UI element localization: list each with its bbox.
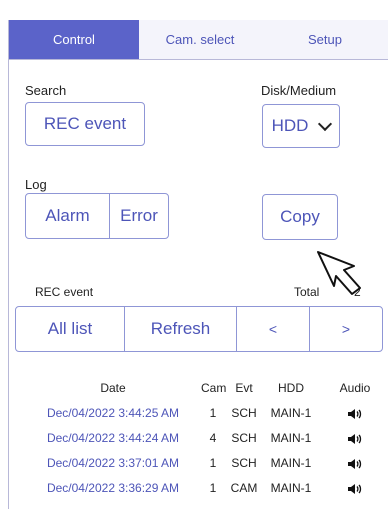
error-button[interactable]: Error: [110, 194, 168, 238]
disk-medium-value: HDD: [271, 116, 309, 135]
speaker-icon[interactable]: [335, 401, 375, 426]
next-page-button[interactable]: >: [310, 307, 382, 351]
table-row: Dec/04/2022 3:36:29 AM 1 CAM MAIN-1: [9, 476, 388, 501]
log-button-group: Alarm Error: [25, 193, 169, 239]
row-hdd: MAIN-1: [270, 481, 312, 495]
rec-event-label: REC event: [35, 285, 94, 299]
header-evt: Evt: [235, 381, 253, 395]
row-date-link[interactable]: Dec/04/2022 3:44:24 AM: [29, 426, 197, 451]
row-cam: 1: [209, 481, 217, 495]
row-evt: SCH: [231, 456, 257, 470]
row-cam: 4: [209, 431, 217, 445]
event-table: Date Cam Evt HDD Audio Dec/04/2022 3:44:…: [9, 376, 388, 501]
speaker-icon[interactable]: [335, 476, 375, 501]
chevron-down-icon: [318, 116, 333, 131]
row-date-link[interactable]: Dec/04/2022 3:36:29 AM: [29, 476, 197, 501]
row-hdd: MAIN-1: [270, 406, 312, 420]
table-row: Dec/04/2022 3:44:24 AM 4 SCH MAIN-1: [9, 426, 388, 451]
row-cam: 1: [209, 456, 217, 470]
table-row: Dec/04/2022 3:37:01 AM 1 SCH MAIN-1: [9, 451, 388, 476]
row-evt: SCH: [231, 406, 257, 420]
tab-bar: Control Cam. select Setup: [9, 20, 388, 60]
prev-page-button[interactable]: <: [237, 307, 310, 351]
header-audio: Audio: [339, 381, 371, 395]
row-date-link[interactable]: Dec/04/2022 3:44:25 AM: [29, 401, 197, 426]
row-cam: 1: [209, 406, 217, 420]
row-hdd: MAIN-1: [270, 431, 312, 445]
tab-setup[interactable]: Setup: [261, 20, 388, 59]
header-cam: Cam: [201, 381, 227, 395]
list-control-group: All list Refresh < >: [15, 306, 383, 352]
header-hdd: HDD: [278, 381, 304, 395]
log-label: Log: [25, 177, 47, 192]
disk-medium-label: Disk/Medium: [261, 83, 337, 98]
row-hdd: MAIN-1: [270, 456, 312, 470]
header-date: Date: [100, 381, 126, 395]
row-date-link[interactable]: Dec/04/2022 3:37:01 AM: [29, 451, 197, 476]
refresh-button[interactable]: Refresh: [125, 307, 237, 351]
speaker-icon[interactable]: [335, 426, 375, 451]
alarm-button[interactable]: Alarm: [26, 194, 110, 238]
table-header: Date Cam Evt HDD Audio: [9, 376, 388, 401]
row-evt: CAM: [230, 481, 258, 495]
search-label: Search: [25, 83, 67, 98]
speaker-icon[interactable]: [335, 451, 375, 476]
tab-control[interactable]: Control: [9, 20, 139, 59]
mouse-pointer-icon: [317, 251, 361, 295]
all-list-button[interactable]: All list: [16, 307, 125, 351]
row-evt: SCH: [231, 431, 257, 445]
table-row: Dec/04/2022 3:44:25 AM 1 SCH MAIN-1: [9, 401, 388, 426]
tab-cam-select[interactable]: Cam. select: [139, 20, 261, 59]
disk-medium-select[interactable]: HDD: [262, 104, 340, 148]
rec-event-button[interactable]: REC event: [25, 102, 145, 146]
